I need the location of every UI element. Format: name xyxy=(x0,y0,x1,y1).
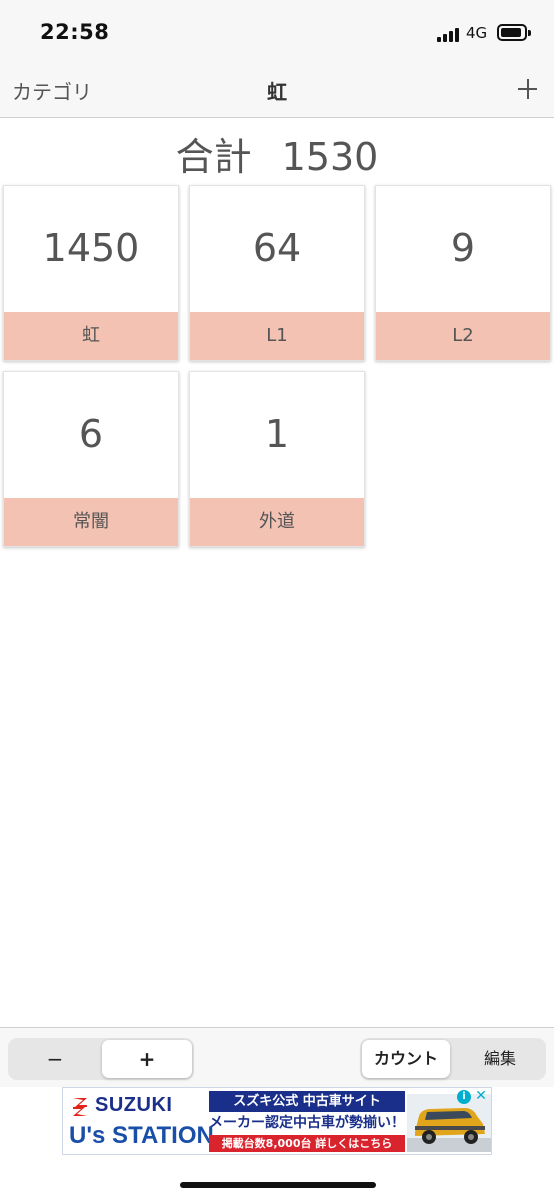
total-summary: 合計 1530 xyxy=(0,126,554,181)
counter-value: 1 xyxy=(264,412,290,456)
counter-label: 常闇 xyxy=(4,498,178,546)
total-value: 1530 xyxy=(281,135,379,179)
ad-cta: 掲載台数8,000台 詳しくはこちら xyxy=(209,1135,405,1152)
decrement-mode-button[interactable]: − xyxy=(10,1038,100,1080)
status-bar: 22:58 4G xyxy=(0,0,554,64)
battery-icon xyxy=(497,24,531,41)
edit-mode-button[interactable]: 編集 xyxy=(456,1038,544,1080)
status-time: 22:58 xyxy=(40,20,110,44)
counter-card[interactable]: 1 外道 xyxy=(189,371,365,547)
home-indicator[interactable] xyxy=(180,1182,376,1188)
ad-copy: スズキ公式 中古車サイト メーカー認定中古車が勢揃い！ 掲載台数8,000台 詳… xyxy=(209,1091,405,1153)
counter-label: 外道 xyxy=(190,498,364,546)
total-label: 合計 xyxy=(175,135,252,179)
counter-label: 虹 xyxy=(4,312,178,360)
counter-value: 1450 xyxy=(42,226,140,270)
suzuki-logo-icon xyxy=(73,1098,87,1116)
ad-banner[interactable]: SUZUKI U's STATION スズキ公式 中古車サイト メーカー認定中古… xyxy=(62,1087,492,1155)
ad-close-icon[interactable]: ✕ xyxy=(474,1089,488,1103)
navigation-bar: カテゴリ 虹 xyxy=(0,64,554,118)
network-type: 4G xyxy=(466,24,488,42)
counter-card[interactable]: 6 常闇 xyxy=(3,371,179,547)
ad-info-icon[interactable]: i xyxy=(457,1090,471,1104)
count-mode-button[interactable]: カウント xyxy=(362,1040,450,1078)
counter-value: 64 xyxy=(252,226,302,270)
counter-card[interactable]: 1450 虹 xyxy=(3,185,179,361)
step-segmented-control: − + xyxy=(8,1038,194,1080)
counter-value: 9 xyxy=(450,226,476,270)
ad-tagline: メーカー認定中古車が勢揃い！ xyxy=(209,1115,405,1131)
increment-mode-button[interactable]: + xyxy=(102,1040,192,1078)
ad-headline: スズキ公式 中古車サイト xyxy=(209,1091,405,1112)
ad-sub-brand: U's STATION xyxy=(69,1122,214,1149)
counter-label: L2 xyxy=(376,312,550,360)
counter-label: L1 xyxy=(190,312,364,360)
bottom-toolbar: − + カウント 編集 xyxy=(0,1027,554,1087)
add-category-button[interactable] xyxy=(512,70,542,110)
ad-logo-block: SUZUKI U's STATION xyxy=(67,1092,214,1152)
counter-card[interactable]: 64 L1 xyxy=(189,185,365,361)
counter-card[interactable]: 9 L2 xyxy=(375,185,551,361)
page-title: 虹 xyxy=(267,80,287,104)
mode-segmented-control: カウント 編集 xyxy=(360,1038,546,1080)
counter-value: 6 xyxy=(78,412,104,456)
signal-icon xyxy=(437,28,463,42)
ad-brand: SUZUKI xyxy=(95,1094,173,1116)
